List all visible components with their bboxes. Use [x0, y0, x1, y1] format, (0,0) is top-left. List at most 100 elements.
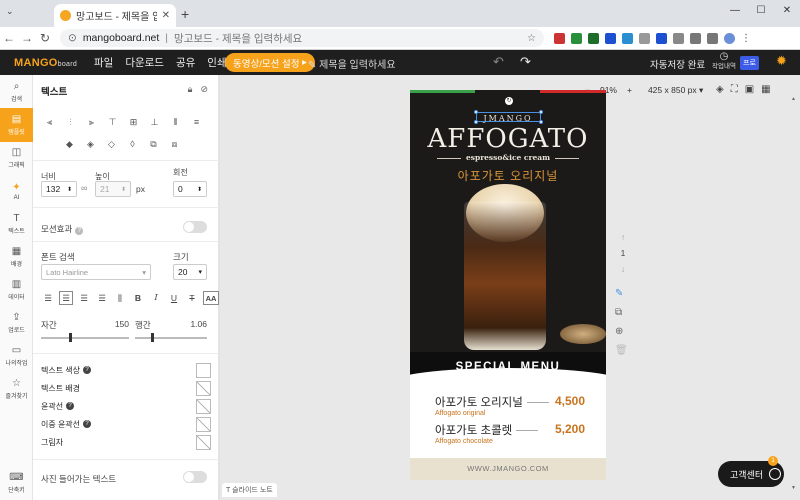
menu-item[interactable]: 아포가토 초콜렛 5,200 Affogato chocolate: [435, 422, 585, 445]
document-title[interactable]: ✎ 제목을 입력하세요: [308, 56, 396, 71]
stepper-icon[interactable]: ⬍: [121, 186, 126, 193]
extension-icon[interactable]: [690, 32, 701, 44]
text-color-swatch[interactable]: [196, 362, 211, 378]
forward-icon[interactable]: →: [18, 31, 36, 45]
grid-view-icon[interactable]: ▦: [761, 84, 770, 95]
design-footer[interactable]: WWW.JMANGO.COM: [410, 458, 606, 480]
shadow-row[interactable]: 그림자: [41, 434, 211, 450]
lock-icon[interactable]: 🔒︎: [188, 84, 193, 95]
maximize-icon[interactable]: ☐: [748, 0, 774, 20]
page-up-icon[interactable]: ↑: [617, 232, 629, 248]
settings-gear-icon[interactable]: ✹: [776, 53, 787, 69]
omnibox[interactable]: ⊙ mangoboard.net | 망고보드 - 제목을 입력하세요 ☆: [60, 29, 544, 47]
menu-dots-icon[interactable]: ⋮: [741, 33, 751, 44]
sidebar-item-template[interactable]: ▤ 템플릿: [0, 108, 33, 142]
align-vcenter-icon[interactable]: ⊞: [125, 115, 142, 129]
page-down-icon[interactable]: ↓: [617, 264, 629, 280]
design-subtitle[interactable]: espresso&ice cream: [410, 153, 606, 162]
sidebar-item-graphic[interactable]: ◫ 그래픽: [0, 141, 33, 175]
group-icon[interactable]: ⧉: [145, 137, 162, 151]
hide-icon[interactable]: ⊘: [200, 84, 208, 95]
outline-swatch[interactable]: [196, 398, 211, 414]
double-outline-row[interactable]: 이중 윤곽선?: [41, 416, 211, 432]
affogato-glass-image[interactable]: [464, 202, 546, 350]
history-button[interactable]: ◷ 작업내역: [712, 52, 736, 71]
extension-icon[interactable]: [673, 32, 684, 44]
canvas-size[interactable]: 425 x 850 px ▾: [648, 85, 703, 96]
bookmark-star-icon[interactable]: ☆: [527, 33, 536, 44]
scroll-down-icon[interactable]: ▼: [791, 485, 796, 491]
help-icon[interactable]: ?: [66, 402, 75, 410]
slide-note-tab[interactable]: T 슬라이드 노트: [222, 483, 277, 497]
close-tab-icon[interactable]: ✕: [162, 10, 170, 21]
strikethrough-icon[interactable]: T: [185, 291, 199, 305]
send-backward-icon[interactable]: ◇: [103, 137, 120, 151]
sidebar-item-background[interactable]: ▦ 배경: [0, 240, 33, 274]
sidebar-item-upload[interactable]: ⇪ 업로드: [0, 306, 33, 340]
extension-icon[interactable]: [656, 32, 667, 44]
help-icon[interactable]: ?: [83, 420, 92, 428]
redo-icon[interactable]: ↷: [520, 54, 531, 70]
add-page-icon[interactable]: ⊕: [615, 326, 628, 337]
size-select[interactable]: 20 ▾: [173, 264, 207, 280]
selection-box[interactable]: [474, 110, 543, 124]
tab-search-icon[interactable]: ⌄: [6, 6, 20, 20]
resize-handle[interactable]: [474, 110, 478, 114]
delete-page-icon[interactable]: 🗑︎: [615, 345, 628, 356]
sidebar-item-mywork[interactable]: ▭ 나의작업: [0, 339, 33, 373]
text-bg-swatch[interactable]: [196, 380, 211, 396]
mango-logo[interactable]: MANGOboard: [14, 57, 80, 69]
font-select[interactable]: Lato Hairline ▾: [41, 264, 151, 280]
extension-icon[interactable]: [571, 32, 582, 44]
text-align-left-icon[interactable]: ☰: [41, 291, 55, 305]
height-input[interactable]: 21 ⬍: [95, 181, 131, 197]
motion-toggle[interactable]: [183, 221, 207, 233]
extension-icon[interactable]: [605, 32, 616, 44]
design-korean-title[interactable]: 아포가토 오리지널: [410, 167, 606, 184]
site-info-icon[interactable]: ⊙: [68, 32, 77, 44]
double-outline-swatch[interactable]: [196, 416, 211, 432]
extension-icon[interactable]: [639, 32, 650, 44]
bring-forward-icon[interactable]: ◈: [82, 137, 99, 151]
text-align-right-icon[interactable]: ☰: [77, 291, 91, 305]
slider-handle[interactable]: [69, 333, 72, 342]
width-input[interactable]: 132 ⬍: [41, 181, 77, 197]
sidebar-item-data[interactable]: ▥ 데이터: [0, 273, 33, 307]
link-ratio-icon[interactable]: ∞: [81, 183, 87, 193]
resize-handle[interactable]: [539, 110, 543, 114]
extension-icon[interactable]: [588, 32, 599, 44]
design-artboard[interactable]: JMANGO ↻ AFFOGATO espresso&ice cream 아포가…: [410, 90, 606, 480]
avatar[interactable]: [724, 32, 735, 44]
animation-settings-button[interactable]: 동영상/모션 설정 ▸: [225, 53, 315, 72]
reload-icon[interactable]: ↻: [36, 31, 54, 45]
layers-icon[interactable]: ◈: [716, 84, 724, 95]
align-left-icon[interactable]: ⫷: [41, 115, 58, 129]
ungroup-icon[interactable]: ⧈: [166, 137, 183, 151]
scroll-up-icon[interactable]: ▲: [791, 96, 796, 102]
outline-row[interactable]: 윤곽선?: [41, 398, 211, 414]
distribute-v-icon[interactable]: ≡: [188, 115, 205, 129]
menu-item[interactable]: 아포가토 오리지널 4,500 Affogato original: [435, 394, 585, 417]
slider-handle[interactable]: [151, 333, 154, 342]
customer-center-button[interactable]: 고객센터 1: [718, 456, 784, 487]
stepper-icon[interactable]: ⬍: [67, 186, 72, 193]
fit-screen-icon[interactable]: ⛶: [731, 84, 738, 95]
text-bg-row[interactable]: 텍스트 배경: [41, 380, 211, 396]
text-align-center-icon[interactable]: ☰: [59, 291, 73, 305]
back-icon[interactable]: ←: [0, 31, 18, 45]
underline-icon[interactable]: U: [167, 291, 181, 305]
align-top-icon[interactable]: ⊤: [104, 115, 121, 129]
sidebar-item-shortcuts[interactable]: ⌨ 단축키: [0, 466, 33, 500]
shadow-swatch[interactable]: [196, 434, 211, 450]
align-hcenter-icon[interactable]: ⫶: [62, 115, 79, 129]
photo-text-toggle[interactable]: [183, 471, 207, 483]
menu-share[interactable]: 공유: [176, 55, 195, 70]
single-page-icon[interactable]: ▣: [745, 84, 754, 95]
extension-icon[interactable]: [622, 32, 633, 44]
letter-spacing-slider[interactable]: [41, 333, 129, 342]
uppercase-button[interactable]: AA: [203, 291, 219, 305]
sidebar-item-text[interactable]: T 텍스트: [0, 207, 33, 241]
line-height-slider[interactable]: [135, 333, 207, 342]
rotation-input[interactable]: 0 ⬍: [173, 181, 207, 197]
zoom-in-icon[interactable]: +: [627, 85, 632, 96]
